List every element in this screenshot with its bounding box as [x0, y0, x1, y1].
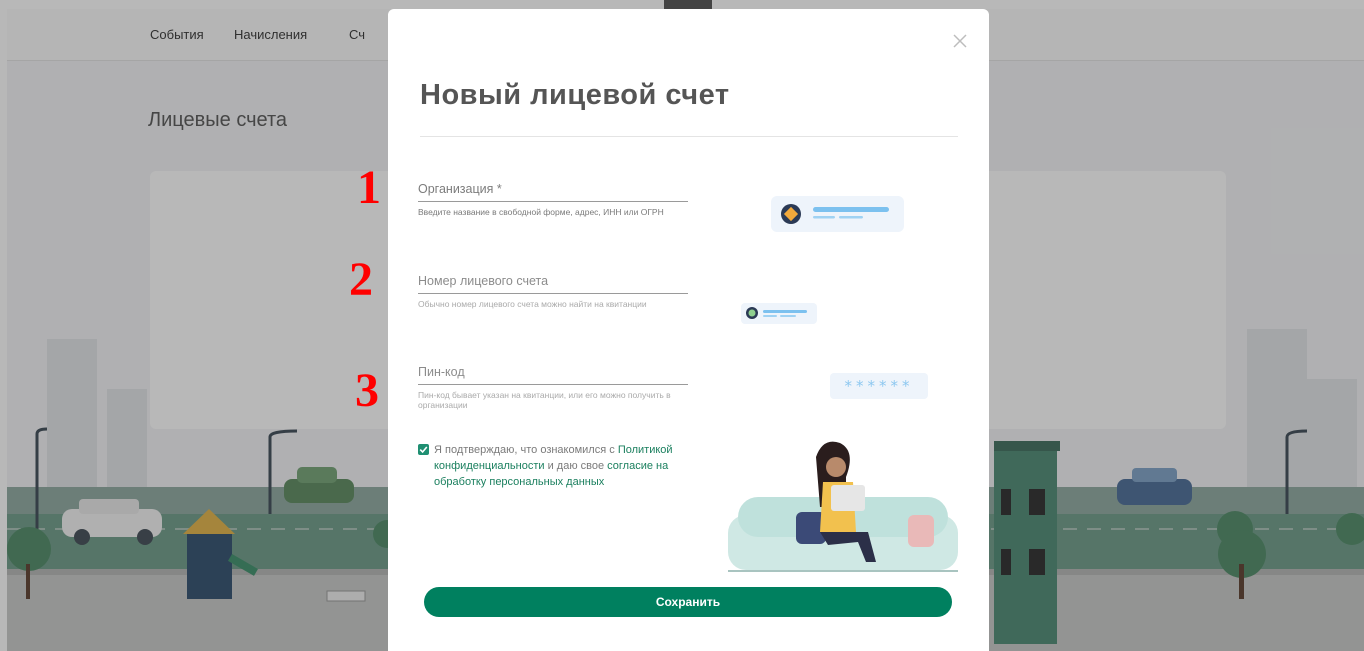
organization-illustration: [771, 196, 904, 232]
organization-input-line[interactable]: [418, 201, 688, 202]
pin-code-hint: Пин-код бывает указан на квитанции, или …: [418, 390, 671, 410]
consent-before: Я подтверждаю, что ознакомился с: [434, 444, 618, 456]
annotation-number-2: 2: [349, 253, 373, 306]
consent-text: Я подтверждаю, что ознакомился с Политик…: [418, 442, 698, 490]
account-number-hint: Обычно номер лицевого счета можно найти …: [418, 299, 647, 309]
consent-checkbox[interactable]: [418, 444, 429, 455]
account-number-label: Номер лицевого счета: [418, 274, 549, 288]
pin-code-input-line[interactable]: [418, 384, 688, 385]
new-account-modal: Новый лицевой счет Организация * Введите…: [388, 9, 989, 651]
modal-title: Новый лицевой счет: [420, 79, 730, 111]
organization-field[interactable]: Организация * Введите название в свободн…: [418, 182, 688, 217]
account-number-field[interactable]: Номер лицевого счета Обычно номер лицево…: [418, 274, 688, 309]
account-number-illustration: [741, 303, 817, 324]
close-icon: [953, 34, 967, 48]
modal-divider: [420, 136, 958, 137]
account-number-input-line[interactable]: [418, 293, 688, 294]
organization-hint: Введите название в свободной форме, адре…: [418, 207, 664, 217]
consent-middle: и даю свое: [544, 460, 608, 472]
annotation-number-3: 3: [355, 364, 379, 417]
pin-code-field[interactable]: Пин-код Пин-код бывает указан на квитанц…: [418, 365, 688, 410]
checkmark-icon: [419, 446, 428, 454]
woman-on-sofa-illustration: [728, 441, 958, 572]
consent-row[interactable]: Я подтверждаю, что ознакомился с Политик…: [418, 442, 698, 490]
annotation-number-1: 1: [357, 161, 381, 214]
pin-code-label: Пин-код: [418, 365, 465, 379]
modal-close-button[interactable]: [950, 31, 970, 51]
pin-mask: ******: [844, 377, 914, 395]
organization-label: Организация *: [418, 182, 502, 196]
save-button[interactable]: Сохранить: [424, 587, 952, 617]
pin-code-illustration: ******: [830, 373, 928, 399]
